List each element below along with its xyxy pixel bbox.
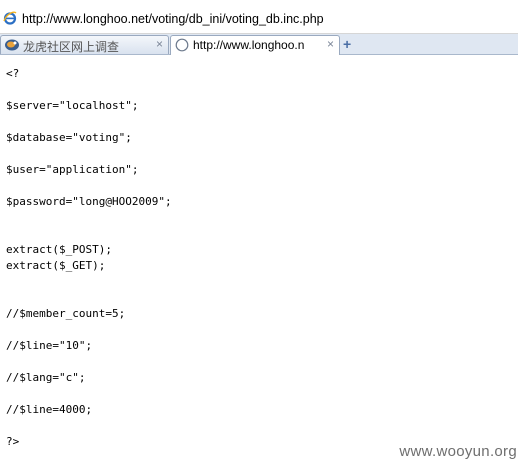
- url-field[interactable]: http://www.longhoo.net/voting/db_ini/vot…: [22, 12, 324, 26]
- tab-longhoo-survey[interactable]: 龙虎社区网上调查 ×: [0, 35, 169, 54]
- code-line: //$lang="c";: [6, 371, 86, 384]
- close-icon[interactable]: ×: [327, 37, 334, 51]
- code-line: $database="voting";: [6, 131, 132, 144]
- code-line: //$member_count=5;: [6, 307, 126, 320]
- site-favicon-icon: [5, 39, 19, 51]
- code-line: ?>: [6, 435, 20, 448]
- php-source-code: <? $server="localhost"; $database="votin…: [6, 66, 172, 450]
- watermark: www.wooyun.org: [399, 443, 517, 460]
- tab-current-page[interactable]: http://www.longhoo.n ×: [170, 35, 340, 55]
- code-line: extract($_POST);: [6, 243, 112, 256]
- address-bar: http://www.longhoo.net/voting/db_ini/vot…: [0, 0, 518, 34]
- close-icon[interactable]: ×: [156, 37, 163, 51]
- code-line: //$line="10";: [6, 339, 93, 352]
- tab-label: http://www.longhoo.n: [193, 38, 305, 52]
- code-line: $user="application";: [6, 163, 139, 176]
- code-line: $password="long@HOO2009";: [6, 195, 172, 208]
- code-line: <?: [6, 67, 20, 80]
- new-tab-button[interactable]: +: [343, 36, 351, 52]
- tab-label: 龙虎社区网上调查: [23, 40, 120, 54]
- blank-page-icon: [175, 38, 189, 52]
- tab-bar: 龙虎社区网上调查 × http://www.longhoo.n ×: [0, 34, 518, 55]
- ie-page-icon: [3, 11, 17, 25]
- code-line: //$line=4000;: [6, 403, 93, 416]
- code-line: $server="localhost";: [6, 99, 139, 112]
- code-line: extract($_GET);: [6, 259, 106, 272]
